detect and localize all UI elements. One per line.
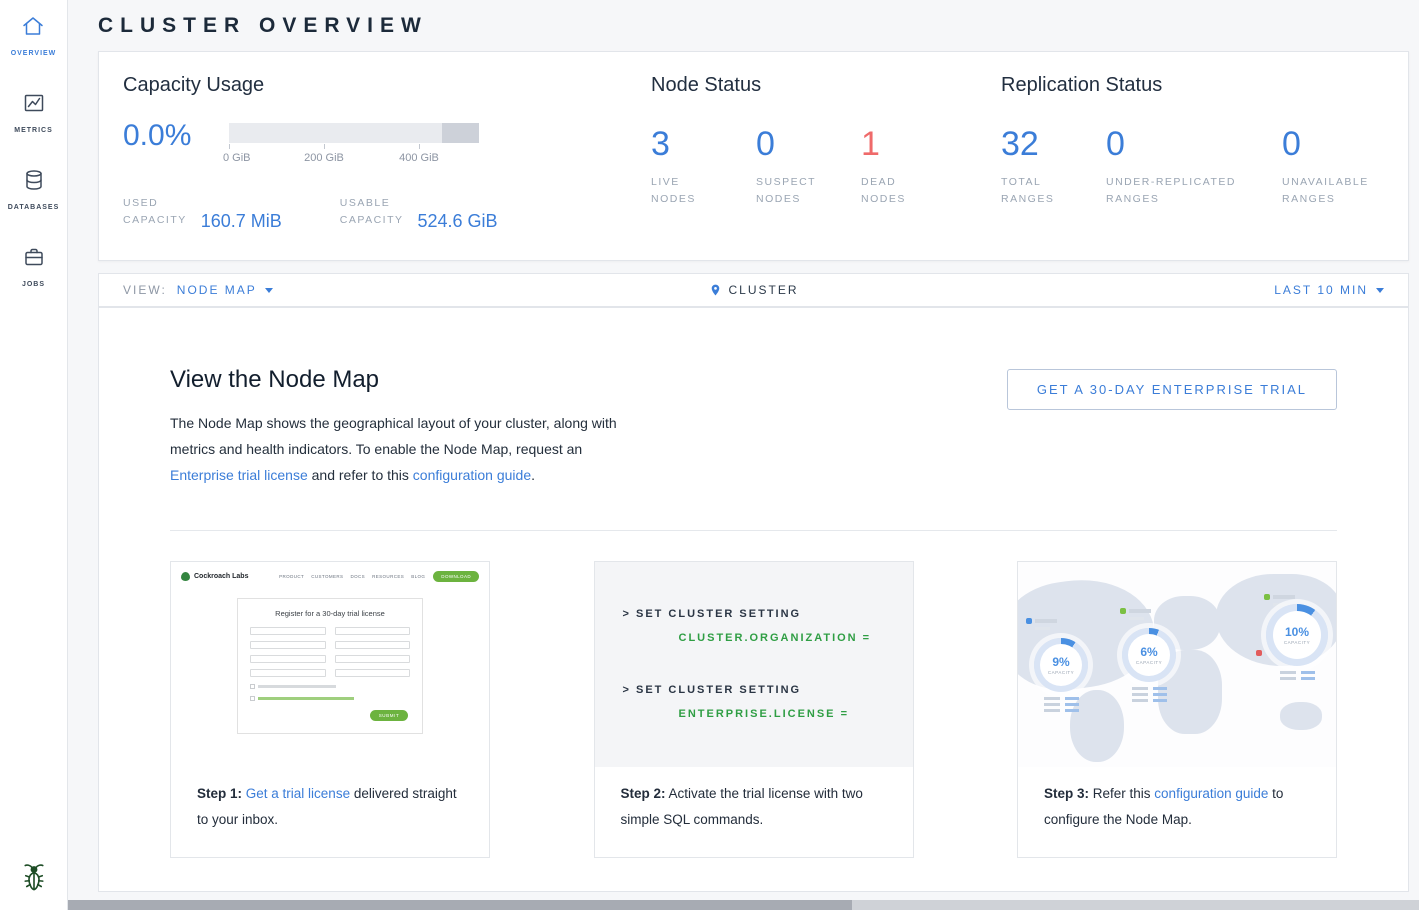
sidebar-item-label: JOBS bbox=[22, 281, 45, 288]
tick-label: 0 GiB bbox=[223, 152, 251, 164]
sidebar-item-label: METRICS bbox=[14, 127, 53, 134]
enterprise-trial-license-link[interactable]: Enterprise trial license bbox=[170, 467, 308, 483]
usable-capacity-value: 524.6 GiB bbox=[418, 212, 498, 230]
scope-breadcrumb: CLUSTER bbox=[708, 282, 798, 298]
sidebar-item-databases[interactable]: DATABASES bbox=[8, 168, 60, 211]
chevron-down-icon bbox=[265, 288, 273, 293]
tick-label: 400 GiB bbox=[399, 152, 439, 164]
main-content: CLUSTER OVERVIEW Capacity Usage 0.0% 0 G… bbox=[68, 0, 1419, 910]
total-ranges-stat: 32 TOTALRANGES bbox=[1001, 127, 1106, 208]
sql-setting-name: ENTERPRISE.LICENSE = bbox=[679, 708, 913, 720]
view-toolbar: VIEW: NODE MAP CLUSTER LAST 10 MIN bbox=[98, 273, 1409, 307]
download-button: DOWNLOAD bbox=[433, 571, 479, 582]
chevron-down-icon bbox=[1376, 288, 1384, 293]
capacity-gauge-us: 9% CAPACITY bbox=[1034, 638, 1088, 712]
metrics-icon bbox=[22, 91, 46, 120]
replication-status-title: Replication Status bbox=[1001, 74, 1384, 97]
form-title: Register for a 30-day trial license bbox=[250, 609, 410, 618]
capacity-used-percent: 0.0% bbox=[123, 121, 229, 167]
scrollbar-thumb[interactable] bbox=[68, 900, 852, 910]
total-ranges-count: 32 bbox=[1001, 127, 1106, 161]
view-selector-dropdown[interactable]: NODE MAP bbox=[177, 283, 273, 297]
tick-label: 200 GiB bbox=[304, 152, 344, 164]
sidebar: OVERVIEW METRICS DATABAS bbox=[0, 0, 68, 910]
app-root: OVERVIEW METRICS DATABAS bbox=[0, 0, 1419, 910]
step-1-caption: Step 1: Get a trial license delivered st… bbox=[171, 767, 489, 857]
trial-signup-screenshot: Cockroach Labs PRODUCT CUSTOMERS DOCS RE… bbox=[171, 562, 489, 767]
node-status-title: Node Status bbox=[651, 74, 1001, 97]
sidebar-item-metrics[interactable]: METRICS bbox=[14, 91, 53, 134]
unavailable-ranges-count: 0 bbox=[1282, 127, 1369, 161]
dead-node-marker bbox=[1256, 650, 1262, 656]
locality-marker bbox=[1026, 618, 1057, 630]
sql-statement: > SET CLUSTER SETTING bbox=[623, 684, 913, 696]
suspect-nodes-count: 0 bbox=[756, 127, 861, 161]
configuration-guide-link[interactable]: configuration guide bbox=[1154, 786, 1268, 801]
step-1-card: Cockroach Labs PRODUCT CUSTOMERS DOCS RE… bbox=[170, 561, 490, 858]
step-3-caption: Step 3: Refer this configuration guide t… bbox=[1018, 767, 1336, 857]
configuration-guide-link[interactable]: configuration guide bbox=[413, 467, 531, 483]
time-range-dropdown[interactable]: LAST 10 MIN bbox=[1274, 283, 1384, 297]
sidebar-item-jobs[interactable]: JOBS bbox=[22, 245, 46, 288]
enterprise-trial-button[interactable]: GET A 30-DAY ENTERPRISE TRIAL bbox=[1007, 369, 1337, 410]
capacity-gauge-axis: 0 GiB 200 GiB 400 GiB bbox=[229, 143, 479, 167]
sidebar-item-label: OVERVIEW bbox=[11, 50, 57, 57]
dead-nodes-count: 1 bbox=[861, 127, 966, 161]
live-nodes-stat: 3 LIVENODES bbox=[651, 127, 756, 208]
sidebar-nav: OVERVIEW METRICS DATABAS bbox=[0, 0, 67, 288]
cockroach-logo-small bbox=[181, 572, 190, 581]
databases-icon bbox=[22, 168, 46, 197]
map-pin-icon bbox=[708, 282, 721, 298]
live-nodes-count: 3 bbox=[651, 127, 756, 161]
capacity-gauge-bar bbox=[229, 123, 479, 143]
usable-capacity-label: USABLECAPACITY bbox=[340, 195, 404, 229]
brand-name: Cockroach Labs bbox=[194, 573, 248, 580]
node-map-description: The Node Map shows the geographical layo… bbox=[170, 410, 632, 488]
capacity-gauge-asia: 10% CAPACITY bbox=[1266, 604, 1328, 680]
sql-statement: > SET CLUSTER SETTING bbox=[623, 608, 913, 620]
submit-button: SUBMIT bbox=[370, 710, 408, 721]
get-trial-license-link[interactable]: Get a trial license bbox=[246, 786, 350, 801]
unavailable-ranges-stat: 0 UNAVAILABLERANGES bbox=[1282, 127, 1369, 208]
site-nav: PRODUCT CUSTOMERS DOCS RESOURCES BLOG bbox=[279, 574, 425, 579]
sidebar-item-overview[interactable]: OVERVIEW bbox=[11, 14, 57, 57]
capacity-gauge-reserved-segment bbox=[442, 123, 480, 143]
sidebar-item-label: DATABASES bbox=[8, 204, 60, 211]
locality-marker bbox=[1120, 608, 1151, 620]
cockroach-logo bbox=[0, 860, 68, 894]
capacity-gauge-eu: 6% CAPACITY bbox=[1122, 628, 1176, 702]
scope-label: CLUSTER bbox=[728, 283, 798, 297]
jobs-icon bbox=[22, 245, 46, 274]
divider bbox=[170, 530, 1337, 531]
dead-nodes-stat: 1 DEADNODES bbox=[861, 127, 966, 208]
step-2-card: > SET CLUSTER SETTING CLUSTER.ORGANIZATI… bbox=[594, 561, 914, 858]
step-2-caption: Step 2: Activate the trial license with … bbox=[595, 767, 913, 857]
panel-title: View the Node Map bbox=[170, 366, 632, 394]
replication-status-section: Replication Status 32 TOTALRANGES 0 UNDE… bbox=[1001, 74, 1384, 238]
under-replicated-ranges-stat: 0 UNDER-REPLICATEDRANGES bbox=[1106, 127, 1282, 208]
used-capacity-label: USEDCAPACITY bbox=[123, 195, 187, 229]
capacity-gauge: 0 GiB 200 GiB 400 GiB bbox=[229, 123, 479, 167]
node-map-preview: 9% CAPACITY bbox=[1018, 562, 1336, 767]
used-capacity-value: 160.7 MiB bbox=[201, 212, 282, 230]
node-status-section: Node Status 3 LIVENODES 0 SUSPECTNODES 1… bbox=[651, 74, 1001, 238]
home-icon bbox=[21, 14, 45, 43]
sql-setting-name: CLUSTER.ORGANIZATION = bbox=[679, 632, 913, 644]
view-label: VIEW: bbox=[123, 283, 167, 297]
page-title: CLUSTER OVERVIEW bbox=[98, 14, 1409, 38]
step-3-card: 9% CAPACITY bbox=[1017, 561, 1337, 858]
capacity-usage-section: Capacity Usage 0.0% 0 GiB 200 GiB 400 Gi… bbox=[123, 74, 651, 238]
cluster-summary-card: Capacity Usage 0.0% 0 GiB 200 GiB 400 Gi… bbox=[98, 51, 1409, 261]
under-replicated-ranges-count: 0 bbox=[1106, 127, 1282, 161]
trial-registration-form: Register for a 30-day trial license SUBM… bbox=[237, 598, 423, 734]
node-map-panel: View the Node Map The Node Map shows the… bbox=[98, 307, 1409, 892]
sql-code-snippet: > SET CLUSTER SETTING CLUSTER.ORGANIZATI… bbox=[595, 562, 913, 767]
horizontal-scrollbar[interactable] bbox=[68, 900, 1419, 910]
capacity-usage-title: Capacity Usage bbox=[123, 74, 651, 97]
suspect-nodes-stat: 0 SUSPECTNODES bbox=[756, 127, 861, 208]
